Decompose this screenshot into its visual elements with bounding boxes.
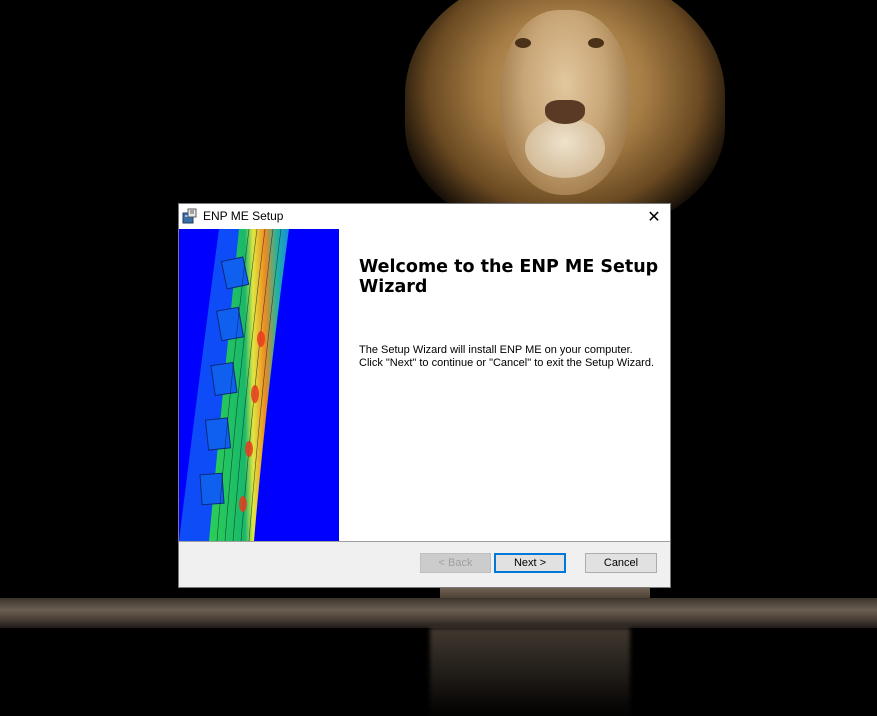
close-icon[interactable]: ✕ <box>638 204 670 229</box>
wizard-content: Welcome to the ENP ME Setup Wizard The S… <box>179 229 670 541</box>
lion-nose <box>545 100 585 124</box>
wizard-side-image <box>179 229 339 541</box>
window-title: ENP ME Setup <box>203 209 284 223</box>
footer-divider <box>179 541 670 542</box>
lion-muzzle <box>525 118 605 178</box>
installer-icon <box>182 208 198 224</box>
lion-eye-right <box>588 38 604 48</box>
back-button[interactable]: < Back <box>420 553 491 573</box>
cancel-button[interactable]: Cancel <box>585 553 657 573</box>
water-reflection <box>430 628 630 716</box>
title-bar[interactable]: ENP ME Setup ✕ <box>179 204 670 229</box>
rock-ledge <box>0 598 877 628</box>
next-button[interactable]: Next > <box>494 553 566 573</box>
welcome-description: The Setup Wizard will install ENP ME on … <box>359 344 655 369</box>
setup-dialog: ENP ME Setup ✕ Welcome to the ENP ME Set… <box>178 203 671 588</box>
lion-eye-left <box>515 38 531 48</box>
welcome-heading: Welcome to the ENP ME Setup Wizard <box>359 257 659 297</box>
